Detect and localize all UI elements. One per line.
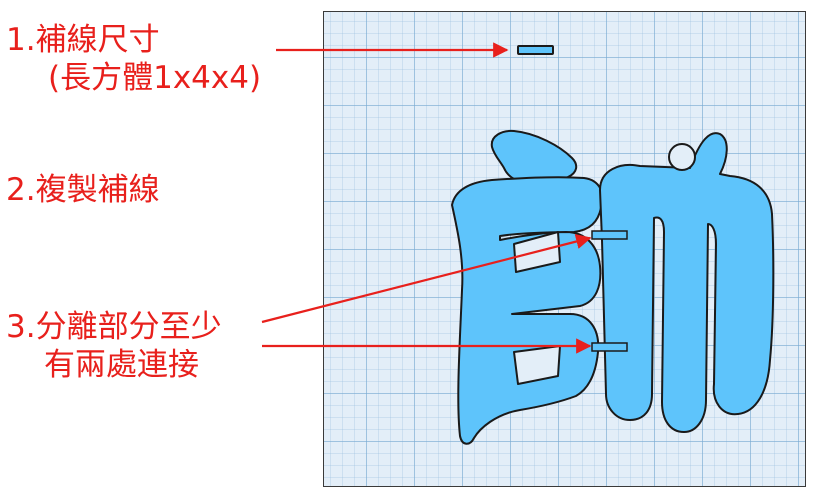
keychain-hole-icon — [668, 143, 696, 171]
character-right-part — [599, 132, 775, 433]
patch-bar-copy-upper — [591, 230, 628, 240]
character-left-radical — [451, 176, 604, 445]
annotation-step1-dimensions: (長方體1x4x4) — [48, 59, 262, 96]
annotation-step2: 2.複製補線 — [6, 172, 160, 210]
annotation-step1-title: 1.補線尺寸 — [6, 22, 160, 58]
annotation-step1: 1.補線尺寸 (長方體1x4x4) — [6, 22, 261, 98]
annotation-step3-subtitle: 有兩處連接 — [44, 346, 199, 383]
character-dot-stroke — [490, 129, 578, 184]
annotation-step3-title: 3.分離部分至少 — [6, 309, 222, 345]
annotation-step2-title: 2.複製補線 — [6, 172, 160, 208]
patch-bar-copy-lower — [591, 342, 628, 352]
shuai-character-model — [451, 129, 775, 445]
patch-bar-original — [517, 45, 554, 55]
annotation-step3: 3.分離部分至少 有兩處連接 — [6, 309, 222, 385]
